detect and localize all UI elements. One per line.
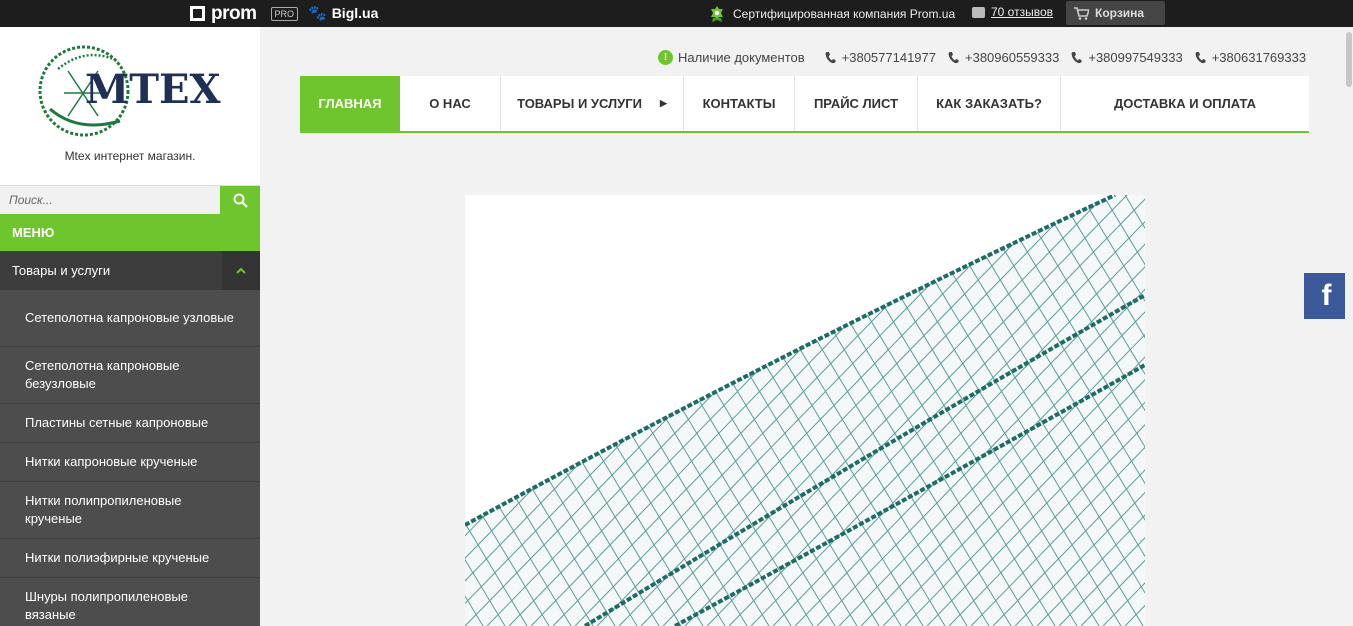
page-scrollbar[interactable]	[1345, 27, 1353, 626]
comment-icon	[972, 6, 985, 18]
search-icon	[233, 193, 248, 208]
nav-item-label: О нас	[429, 96, 471, 111]
documents-label: Наличие документов	[678, 49, 805, 65]
pro-badge: PRO	[270, 6, 299, 21]
mtex-logo: MTEX	[38, 45, 221, 137]
prom-logo-icon	[190, 6, 205, 21]
bigl-logo-link[interactable]: 🐾 Bigl.ua	[308, 4, 378, 22]
phone-icon	[1071, 51, 1082, 63]
contacts-bar: ! Наличие документов +380577141977 +3809…	[658, 49, 1306, 65]
category-list: Сетеполотна капроновые узловые Сетеполотн…	[0, 290, 260, 626]
search-bar	[0, 185, 260, 214]
phone-number: +380631769333	[1211, 49, 1307, 65]
phone-1[interactable]: +380577141977	[825, 50, 936, 65]
category-header[interactable]: Товары и услуги	[0, 251, 260, 290]
category-item[interactable]: Нитки полиэфирные крученые	[0, 539, 260, 578]
documents-link[interactable]: ! Наличие документов	[658, 49, 805, 65]
certified-text: Сертифицированная компания Prom.ua	[733, 7, 956, 21]
category-toggle[interactable]	[222, 251, 260, 290]
certified-company[interactable]: Сертифицированная компания Prom.ua	[709, 5, 955, 23]
facebook-icon: f	[1321, 279, 1332, 312]
nav-item[interactable]: Как заказать?	[918, 76, 1061, 131]
facebook-button[interactable]: f	[1304, 273, 1349, 319]
nav-item-label: Доставка и оплата	[1113, 96, 1257, 111]
phone-icon	[825, 51, 836, 63]
category-item[interactable]: Нитки полипропиленовые крученые	[0, 482, 260, 539]
sidebar: MTEX Mtex интернет магазин. МЕНЮ Товары …	[0, 27, 260, 626]
main-nav: Главная О нас Товары и услуги ▶ Контакты Прай…	[300, 76, 1309, 133]
menu-header[interactable]: МЕНЮ	[0, 214, 260, 251]
category-item-label: Шнуры полипропиленовые вязаные	[25, 589, 188, 622]
nav-item-label: Как заказать?	[936, 96, 1042, 111]
phone-number: +380577141977	[841, 49, 936, 65]
category-item-label: Сетеполотна капроновые безузловые	[25, 358, 180, 391]
category-item-label: Сетеполотна капроновые узловые	[25, 310, 234, 325]
prom-logo-text: prom	[211, 2, 257, 24]
nav-item[interactable]: Прайс лист	[795, 76, 918, 131]
cart-button[interactable]: Корзина	[1066, 1, 1165, 25]
hero-banner-image[interactable]	[465, 195, 1145, 626]
category-item-label: Пластины сетные капроновые	[25, 415, 209, 430]
bigl-logo-text: Bigl.ua	[331, 5, 379, 21]
phone-icon	[948, 51, 959, 63]
nav-item[interactable]: О нас	[400, 76, 501, 131]
nav-item-label: Главная	[318, 96, 382, 111]
paw-icon: 🐾	[308, 5, 327, 22]
cart-icon	[1074, 6, 1089, 20]
chevron-up-icon	[236, 267, 246, 274]
logo-text: MTEX	[85, 66, 221, 113]
nav-item-label: Контакты	[702, 96, 776, 111]
chevron-right-icon: ▶	[659, 98, 667, 108]
phone-number: +380997549333	[1088, 49, 1183, 65]
phone-4[interactable]: +380631769333	[1195, 50, 1306, 65]
phone-2[interactable]: +380960559333	[948, 50, 1059, 65]
cart-label: Корзина	[1095, 6, 1145, 20]
category-item-label: Нитки полиэфирные крученые	[25, 550, 210, 565]
top-bar: prom PRO 🐾 Bigl.ua Сертифицированная ком…	[0, 0, 1353, 27]
category-item[interactable]: Пластины сетные капроновые	[0, 404, 260, 443]
info-icon: !	[658, 49, 673, 65]
search-input[interactable]	[0, 186, 220, 214]
phone-icon	[1195, 51, 1206, 63]
category-item[interactable]: Нитки капроновые крученые	[0, 443, 260, 482]
nav-item[interactable]: Контакты	[684, 76, 795, 131]
fishing-net-illustration	[465, 195, 1145, 626]
phone-3[interactable]: +380997549333	[1071, 49, 1183, 65]
category-item-label: Нитки полипропиленовые крученые	[25, 493, 182, 526]
logo-area[interactable]: MTEX Mtex интернет магазин.	[0, 27, 260, 185]
certified-badge-icon	[711, 6, 723, 22]
category-item[interactable]: Сетеполотна капроновые узловые	[0, 290, 260, 347]
phone-number: +380960559333	[965, 49, 1060, 65]
nav-item[interactable]: Главная	[300, 76, 400, 131]
category-item[interactable]: Шнуры полипропиленовые вязаные	[0, 578, 260, 626]
category-item-label: Нитки капроновые крученые	[25, 454, 198, 469]
nav-item[interactable]: Товары и услуги ▶	[501, 76, 684, 131]
scrollbar-thumb[interactable]	[1346, 32, 1352, 87]
logo-caption: Mtex интернет магазин.	[64, 149, 196, 163]
search-button[interactable]	[220, 186, 260, 214]
nav-item-label: Товары и услуги	[517, 96, 642, 111]
prom-logo-link[interactable]: prom PRO	[190, 2, 299, 24]
category-title: Товары и услуги	[12, 263, 111, 278]
nav-item[interactable]: Доставка и оплата	[1061, 76, 1309, 131]
category-item[interactable]: Сетеполотна капроновые безузловые	[0, 347, 260, 404]
reviews-text: 70 отзывов	[991, 5, 1054, 19]
reviews-link[interactable]: 70 отзывов	[972, 5, 1053, 19]
nav-item-label: Прайс лист	[813, 96, 899, 111]
